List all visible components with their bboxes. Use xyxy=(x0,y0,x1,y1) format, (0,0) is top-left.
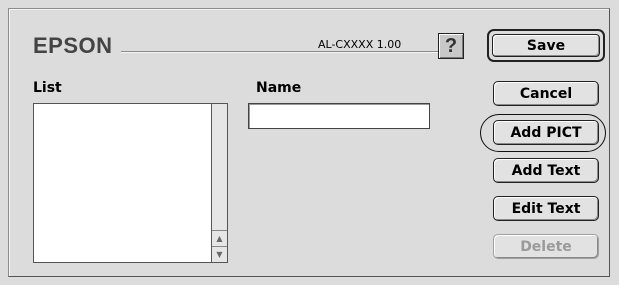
edit-text-button[interactable]: Edit Text xyxy=(493,196,599,221)
delete-button[interactable]: Delete xyxy=(493,234,599,259)
list-scrollbar[interactable]: ▲ ▼ xyxy=(211,104,227,262)
add-text-button[interactable]: Add Text xyxy=(493,158,599,183)
cancel-button[interactable]: Cancel xyxy=(493,81,599,106)
save-button[interactable]: Save xyxy=(487,29,605,62)
brand-logo: EPSON xyxy=(33,33,113,58)
name-field[interactable] xyxy=(248,103,430,129)
add-pict-button[interactable]: Add PICT xyxy=(493,120,599,145)
name-label: Name xyxy=(256,80,302,96)
header-divider xyxy=(121,51,459,53)
watermark-list[interactable]: ▲ ▼ xyxy=(33,103,228,263)
list-content[interactable] xyxy=(34,104,211,262)
help-button[interactable]: ? xyxy=(438,33,464,59)
scroll-down-arrow-icon[interactable]: ▼ xyxy=(212,246,227,262)
list-label: List xyxy=(33,80,62,96)
scroll-up-arrow-icon[interactable]: ▲ xyxy=(212,230,227,246)
model-version-label: AL-CXXXX 1.00 xyxy=(312,38,408,51)
save-button-label: Save xyxy=(492,34,600,57)
